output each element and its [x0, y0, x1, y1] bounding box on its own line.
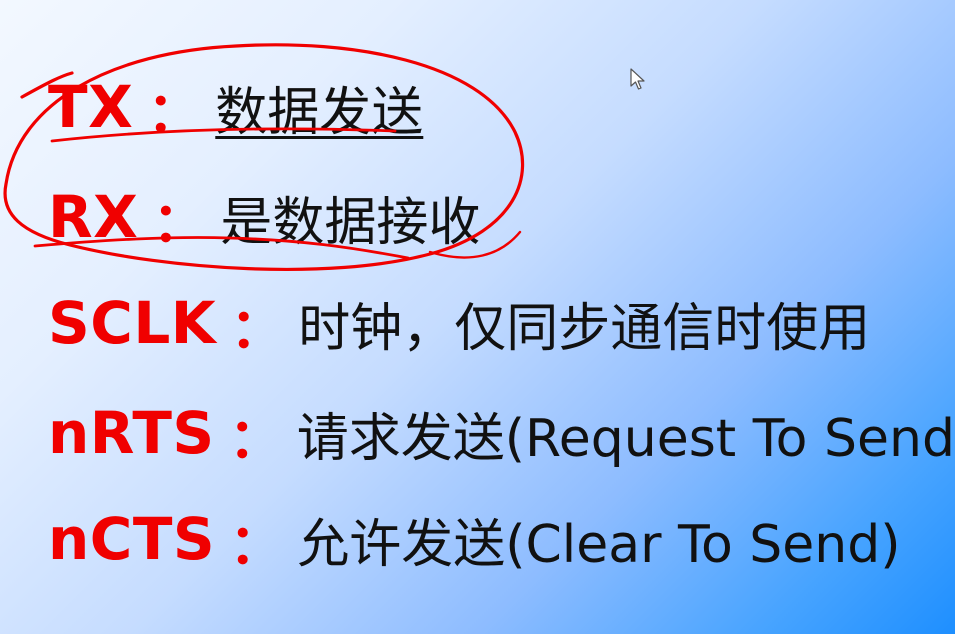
term-separator: ：	[152, 190, 207, 254]
term-label: SCLK	[48, 289, 217, 357]
definition-row-nrts: nRTS ： 请求发送(Request To Send)	[48, 396, 955, 470]
definition-row-tx: TX ： 数据发送	[48, 70, 423, 144]
term-separator: ：	[230, 296, 285, 360]
definition-row-rx: RX ： 是数据接收	[48, 180, 480, 254]
term-label: nCTS	[48, 505, 216, 573]
term-label: TX	[48, 73, 134, 141]
slide-canvas: TX ： 数据发送 RX ： 是数据接收 SCLK ： 时钟，仅同步通信时使用 …	[0, 0, 955, 634]
term-description: 数据发送	[215, 82, 424, 143]
definition-row-ncts: nCTS ： 允许发送(Clear To Send)	[48, 502, 901, 576]
term-description: 时钟，仅同步通信时使用	[298, 298, 871, 359]
term-description: 请求发送(Request To Send)	[296, 408, 955, 469]
term-description: 允许发送(Clear To Send)	[297, 514, 901, 575]
term-separator: ：	[229, 512, 284, 576]
term-description: 是数据接收	[220, 192, 481, 253]
term-label: nRTS	[48, 399, 215, 467]
term-separator: ：	[228, 406, 283, 470]
definition-row-sclk: SCLK ： 时钟，仅同步通信时使用	[48, 286, 870, 360]
mouse-pointer-icon	[630, 68, 645, 90]
term-label: RX	[48, 183, 139, 251]
term-separator: ：	[147, 80, 202, 144]
